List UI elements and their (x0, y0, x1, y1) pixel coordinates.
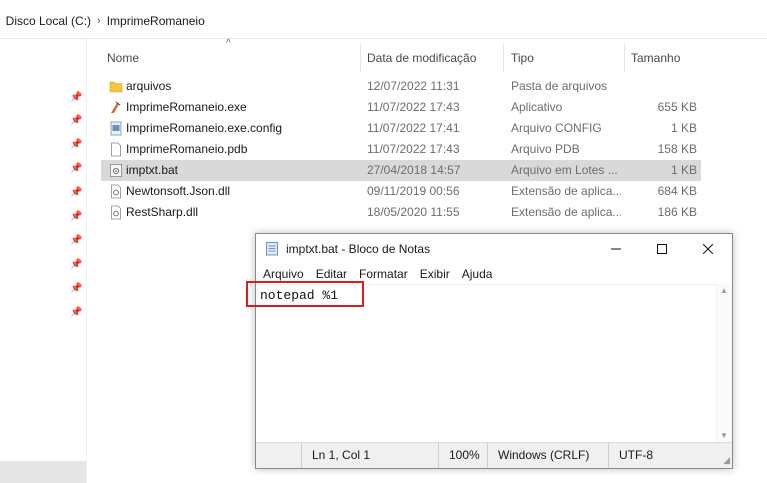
file-type: Extensão de aplica... (511, 184, 621, 198)
maximize-button[interactable] (639, 234, 685, 264)
status-zoom: 100% (438, 443, 487, 468)
file-name: Newtonsoft.Json.dll (126, 184, 231, 198)
dll-file-icon (111, 205, 121, 220)
file-size: 186 KB (657, 205, 697, 219)
file-type: Aplicativo (511, 100, 563, 114)
column-separator[interactable] (624, 44, 625, 72)
file-type: Arquivo CONFIG (511, 121, 602, 135)
pin-icon[interactable]: 📌 (70, 211, 82, 223)
file-size: 158 KB (657, 142, 697, 156)
menu-exibir[interactable]: Exibir (420, 267, 450, 281)
text-editor[interactable]: notepad %1 (256, 284, 716, 443)
title-bar[interactable]: imptxt.bat - Bloco de Notas (256, 234, 732, 264)
file-size: 684 KB (657, 184, 697, 198)
breadcrumb: › Disco Local (C:) › ImprimeRomaneio (0, 8, 767, 34)
pin-icon[interactable]: 📌 (70, 163, 82, 175)
status-line-ending: Windows (CRLF) (487, 443, 600, 468)
config-file-icon (110, 121, 122, 136)
file-size (621, 76, 697, 97)
column-separator[interactable] (503, 44, 504, 72)
pin-icon[interactable]: 📌 (70, 115, 82, 127)
column-header-size[interactable]: Tamanho (631, 44, 680, 72)
file-name: arquivos (126, 79, 172, 93)
pin-icon[interactable]: 📌 (70, 307, 82, 319)
menu-editar[interactable]: Editar (316, 267, 347, 281)
vertical-scrollbar[interactable]: ▲ ▼ (716, 284, 732, 442)
sort-ascending-icon: ^ (226, 38, 231, 49)
status-encoding: UTF-8 (608, 443, 699, 468)
batch-file-icon (110, 164, 122, 177)
file-row[interactable]: ImprimeRomaneio.exe 11/07/2022 17:43 Apl… (101, 97, 701, 118)
file-date: 11/07/2022 17:43 (367, 142, 460, 156)
nav-bottom-area (0, 461, 86, 483)
scroll-up-icon[interactable]: ▲ (720, 286, 728, 295)
pin-icon[interactable]: 📌 (70, 92, 82, 104)
status-bar: Ln 1, Col 1 100% Windows (CRLF) UTF-8 ◢ (256, 442, 732, 468)
scroll-down-icon[interactable]: ▼ (720, 431, 728, 440)
column-header-name[interactable]: Nome (107, 44, 139, 72)
file-name: ImprimeRomaneio.pdb (126, 142, 248, 156)
breadcrumb-item-folder[interactable]: ImprimeRomaneio (107, 14, 205, 28)
file-name: RestSharp.dll (126, 205, 199, 219)
pin-icon[interactable]: 📌 (70, 187, 82, 199)
minimize-icon (611, 248, 621, 250)
folder-icon (109, 81, 123, 93)
file-row-selected[interactable]: imptxt.bat 27/04/2018 14:57 Arquivo em L… (101, 160, 701, 181)
file-date: 11/07/2022 17:41 (367, 121, 460, 135)
pin-icon[interactable]: 📌 (70, 235, 82, 247)
notepad-window: imptxt.bat - Bloco de Notas Arquivo Edit… (255, 233, 733, 469)
resize-grip-icon[interactable]: ◢ (723, 455, 730, 466)
maximize-icon (657, 244, 667, 254)
file-type: Arquivo PDB (511, 142, 580, 156)
file-row[interactable]: RestSharp.dll 18/05/2020 11:55 Extensão … (101, 202, 701, 223)
file-date: 18/05/2020 11:55 (367, 205, 460, 219)
file-name: imptxt.bat (126, 163, 179, 177)
file-date: 11/07/2022 17:43 (367, 100, 460, 114)
file-name: ImprimeRomaneio.exe.config (126, 121, 283, 135)
chevron-right-icon[interactable]: › (97, 15, 101, 27)
menu-formatar[interactable]: Formatar (359, 267, 408, 281)
menu-ajuda[interactable]: Ajuda (462, 267, 493, 281)
file-size: 655 KB (657, 100, 697, 114)
notepad-icon (266, 242, 278, 256)
close-icon (703, 244, 713, 254)
window-title: imptxt.bat - Bloco de Notas (286, 242, 431, 256)
divider (0, 38, 767, 39)
status-position: Ln 1, Col 1 (301, 443, 440, 468)
file-size: 1 KB (670, 121, 697, 135)
file-type: Extensão de aplica... (511, 205, 621, 219)
file-icon (111, 142, 121, 157)
dll-file-icon (111, 184, 121, 199)
file-row[interactable]: ImprimeRomaneio.pdb 11/07/2022 17:43 Arq… (101, 139, 701, 160)
menu-arquivo[interactable]: Arquivo (263, 267, 304, 281)
breadcrumb-item-drive[interactable]: Disco Local (C:) (6, 14, 91, 28)
application-icon (111, 101, 121, 113)
file-size: 1 KB (670, 163, 697, 177)
pin-icon[interactable]: 📌 (70, 259, 82, 271)
column-header-type[interactable]: Tipo (511, 44, 534, 72)
pin-icon[interactable]: 📌 (70, 139, 82, 151)
file-date: 27/04/2018 14:57 (367, 163, 461, 177)
file-row[interactable]: ImprimeRomaneio.exe.config 11/07/2022 17… (101, 118, 701, 139)
close-button[interactable] (685, 234, 731, 264)
pin-icon[interactable]: 📌 (70, 283, 82, 295)
file-row[interactable]: arquivos 12/07/2022 11:31 Pasta de arqui… (101, 76, 701, 97)
column-header-date[interactable]: Data de modificação (367, 44, 476, 72)
file-row[interactable]: Newtonsoft.Json.dll 09/11/2019 00:56 Ext… (101, 181, 701, 202)
file-date: 09/11/2019 00:56 (367, 184, 460, 198)
file-name: ImprimeRomaneio.exe (126, 100, 247, 114)
column-separator[interactable] (360, 44, 361, 72)
annotation-highlight-box (246, 281, 364, 307)
file-type: Arquivo em Lotes ... (511, 163, 618, 177)
navigation-pane: 📌 📌 📌 📌 📌 📌 📌 📌 📌 📌 (0, 39, 87, 483)
file-type: Pasta de arquivos (511, 79, 608, 93)
minimize-button[interactable] (593, 234, 639, 264)
file-date: 12/07/2022 11:31 (367, 79, 460, 93)
